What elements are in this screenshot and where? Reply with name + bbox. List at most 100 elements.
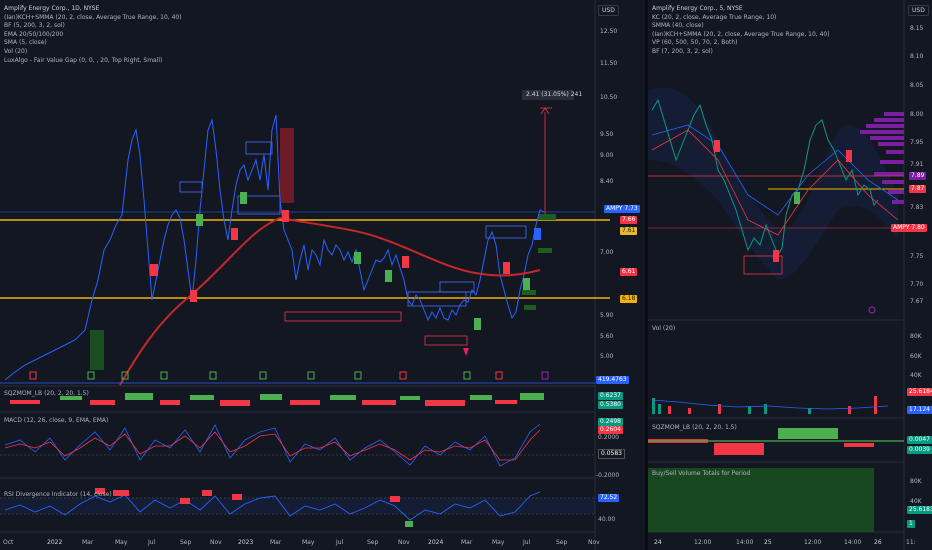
price-tick: 5.90 (600, 312, 614, 319)
time-tick: 2024 (428, 539, 444, 546)
legend-line: (Ian)KCH+SMMA (20, 2, close, Average Tru… (4, 13, 182, 21)
sqzmom-tag: 0.5380 (598, 401, 623, 409)
vol-tag: 17.124 (907, 406, 932, 414)
time-tick: Jul (148, 539, 156, 546)
macd-tick: 0.2000 (598, 434, 619, 441)
price-tick: 7.67 (910, 298, 924, 305)
legend-line: (Ian)KCH+SMMA (20, 2, close, Average Tru… (652, 30, 830, 38)
legend-line: Amplify Energy Corp., 1D, NYSE (4, 5, 100, 12)
time-tick: 11: (906, 539, 916, 546)
time-tick: 12:00 (804, 539, 822, 546)
time-tick: May (492, 539, 505, 546)
vol-tick: 60K (910, 353, 922, 360)
legend-line: SMMA (40, close) (652, 22, 704, 30)
bsv-tag: 1 (907, 520, 915, 528)
time-tick: 24 (654, 539, 662, 546)
rsi-title: RSI Divergence Indicator (14, close) (4, 491, 112, 498)
price-tick: 9.00 (600, 152, 614, 159)
price-tick: 8.40 (600, 178, 614, 185)
price-tick: 8.10 (910, 53, 924, 60)
time-tick: 25 (764, 539, 772, 546)
vol-tick: 40K (910, 372, 922, 379)
time-tick: Nov (210, 539, 222, 546)
price-tick: 8.00 (910, 111, 924, 118)
sqzmom-title: SQZMOM_LB (20, 2, 20, 1.5) (652, 424, 737, 431)
legend-line: VP (60, 500, 50, 70, 2, Both) (652, 39, 738, 47)
price-tag: 7.61 (620, 227, 638, 235)
volume-bars (652, 396, 877, 414)
bsv-tick: 40K (910, 498, 922, 505)
legend-line: Vol (20) (4, 47, 28, 55)
time-tick: Sep (367, 539, 379, 546)
price-tick: 10.50 (600, 94, 618, 101)
macd-tag: 0.2498 (598, 418, 623, 426)
time-tick: 14:00 (844, 539, 862, 546)
price-tick: 7.75 (910, 253, 924, 260)
left-legend: Amplify Energy Corp., 1D, NYSE (Ian)KCH+… (4, 5, 182, 65)
legend-line: BF (7, 200, 3, 2, sol) (652, 47, 713, 55)
left-chart-pane[interactable]: Amplify Energy Corp., 1D, NYSE (Ian)KCH+… (0, 0, 640, 550)
time-tick: Mar (270, 539, 282, 546)
sqzmom-tag: 0.6237 (598, 392, 623, 400)
time-tick: Mar (82, 539, 94, 546)
price-tick: 7.70 (910, 281, 924, 288)
rsi-tag: 72.52 (598, 494, 620, 502)
time-tick: Nov (398, 539, 410, 546)
time-tick: May (115, 539, 128, 546)
bsv-tag: 25.6183 (907, 506, 932, 514)
right-price-axis[interactable]: 8.15 8.10 8.05 8.00 7.95 7.91 7.83 7.75 … (910, 0, 932, 320)
currency-button[interactable]: USD (598, 5, 619, 16)
price-tag: 7.87 (909, 185, 927, 193)
right-time-axis[interactable]: 24 12:00 14:00 25 12:00 14:00 26 11: (648, 537, 932, 549)
macd-title: MACD (12, 26, close, 9, EMA, EMA) (4, 417, 109, 424)
right-legend: Amplify Energy Corp., 5, NYSE KC (20, 2,… (652, 5, 830, 57)
vol-tick: 80K (910, 333, 922, 340)
left-chart-canvas[interactable] (0, 0, 620, 550)
time-tick: 12:00 (694, 539, 712, 546)
price-tick: 8.05 (910, 82, 924, 89)
time-tick: 14:00 (736, 539, 754, 546)
time-tick: Jul (523, 539, 531, 546)
time-tick: 26 (874, 539, 882, 546)
right-chart-canvas[interactable] (648, 0, 932, 550)
price-tick: 7.00 (600, 249, 614, 256)
time-tick: Sep (556, 539, 568, 546)
rsi-tick: 40.00 (598, 516, 616, 523)
time-tick: Oct (3, 539, 14, 546)
time-tick: Sep (180, 539, 192, 546)
price-tick: 11.50 (600, 60, 618, 67)
right-chart-pane[interactable]: Amplify Energy Corp., 5, NYSE KC (20, 2,… (648, 0, 932, 550)
price-tag: 6.61 (620, 268, 638, 276)
vol-tag: 25.6184 (907, 388, 932, 396)
price-tick: 7.95 (910, 139, 924, 146)
time-tick: Jul (336, 539, 344, 546)
volume-tag: 419.4763 (596, 376, 629, 384)
macd-tag: 0.0583 (598, 449, 625, 459)
price-tag: 6.18 (620, 295, 638, 303)
sqzmom-tag: 0.0047 (907, 436, 932, 444)
bsv-title: Buy/Sell Volume Totals for Period (652, 470, 751, 477)
ema-line (119, 216, 541, 386)
price-tick: 12.50 (600, 28, 618, 35)
macd-tag: 0.2604 (598, 426, 623, 434)
legend-line: EMA 20/50/100/200 (4, 30, 64, 38)
price-tag: 7.66 (620, 216, 638, 224)
legend-line: Amplify Energy Corp., 5, NYSE (652, 5, 743, 12)
time-tick: Mar (461, 539, 473, 546)
bsv-tick: 80K (910, 478, 922, 485)
legend-line: BF (5, 200, 3, 2, sol) (4, 22, 65, 30)
sqzmom-histogram (10, 393, 544, 406)
price-tick: 5.00 (600, 353, 614, 360)
price-tick: 5.60 (600, 333, 614, 340)
price-tick: 7.83 (910, 204, 924, 211)
price-tag: 7.89 (909, 172, 927, 180)
sqzmom-title: SQZMOM_LB (20, 2, 20, 1.5) (4, 390, 89, 397)
price-tag-current: AMPY 7.80 (891, 224, 927, 232)
price-line (4, 114, 545, 381)
left-time-axis[interactable]: Oct 2022 Mar May Jul Sep Nov 2023 Mar Ma… (0, 537, 600, 549)
time-tick: May (302, 539, 315, 546)
macd-tick: -0.2000 (596, 472, 620, 479)
legend-line: SMA (5, close) (4, 39, 47, 47)
price-tick: 7.91 (910, 161, 924, 168)
vol-title: Vol (20) (652, 325, 676, 332)
